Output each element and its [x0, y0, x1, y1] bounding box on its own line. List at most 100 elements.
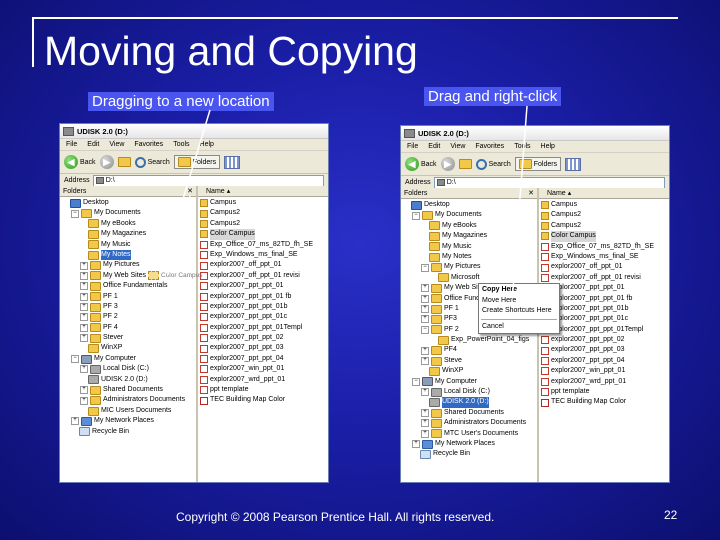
tree-item[interactable]: + Administrators Documents — [60, 395, 196, 406]
file-item[interactable]: explor2007_ppt_ppt_01Templ — [541, 325, 669, 335]
file-item[interactable]: explor2007_ppt_ppt_01 fb — [200, 292, 328, 302]
views-icon[interactable] — [224, 155, 241, 169]
expand-icon[interactable]: + — [421, 388, 429, 397]
file-item[interactable]: Campus2 — [200, 208, 328, 218]
expand-icon[interactable]: + — [71, 417, 79, 426]
file-item[interactable]: explor2007_ppt_ppt_04 — [541, 356, 669, 366]
collapse-icon[interactable]: − — [421, 325, 429, 334]
menu-help[interactable]: Help — [200, 141, 214, 148]
file-item[interactable]: explor2007_ppt_ppt_01c — [541, 314, 669, 324]
tree-item[interactable]: UDISK 2.0 (D:) — [60, 375, 196, 385]
tree-item[interactable]: + Local Disk (C:) — [401, 387, 537, 397]
file-item[interactable]: explor2007_ppt_ppt_01 fb — [541, 294, 669, 304]
menu-file[interactable]: File — [407, 143, 418, 150]
file-item[interactable]: Color Campus — [200, 229, 328, 240]
file-item[interactable]: explor2007_wrd_ppt_01 — [200, 375, 328, 385]
tree-item[interactable]: Recycle Bin — [401, 449, 537, 460]
expand-icon[interactable]: + — [80, 396, 88, 405]
menu-tools[interactable]: Tools — [173, 141, 189, 148]
back-button[interactable]: ◀ Back — [405, 157, 437, 171]
close-icon[interactable]: ✕ — [528, 189, 534, 197]
tree-item[interactable]: + PF 4 — [60, 323, 196, 333]
file-item[interactable]: ppt template — [541, 387, 669, 397]
file-item[interactable]: Campus — [541, 200, 669, 210]
menu-edit[interactable]: Edit — [87, 141, 99, 148]
expand-icon[interactable]: + — [80, 292, 88, 301]
ctx-create-shortcuts[interactable]: Create Shortcuts Here — [479, 306, 559, 317]
tree-item[interactable]: + Shared Documents — [60, 385, 196, 395]
folders-button[interactable]: Folders — [173, 155, 221, 169]
window-titlebar[interactable]: UDISK 2.0 (D:) — [60, 124, 328, 139]
tree-item[interactable]: − My Computer — [401, 377, 537, 387]
expand-icon[interactable]: + — [421, 357, 429, 366]
tree-item[interactable]: + PF 3 — [60, 302, 196, 312]
file-item[interactable]: explor2007_ppt_ppt_01Templ — [200, 323, 328, 333]
file-item[interactable]: Campus2 — [200, 219, 328, 229]
expand-icon[interactable]: + — [80, 334, 88, 343]
expand-icon[interactable]: + — [421, 429, 429, 438]
folders-button[interactable]: Folders — [514, 157, 562, 171]
file-item[interactable]: Campus2 — [541, 210, 669, 220]
expand-icon[interactable]: + — [80, 303, 88, 312]
file-item[interactable]: explor2007_ppt_ppt_01 — [200, 281, 328, 291]
file-item[interactable]: explor2007_ppt_ppt_04 — [200, 354, 328, 364]
tree-item[interactable]: My Music — [60, 240, 196, 250]
tree-item[interactable]: + PF 1 — [60, 292, 196, 302]
tree-item[interactable]: My eBooks — [60, 219, 196, 229]
expand-icon[interactable]: + — [421, 315, 429, 324]
tree-item[interactable]: My eBooks — [401, 221, 537, 231]
file-item[interactable]: explor2007_win_ppt_01 — [200, 364, 328, 374]
expand-icon[interactable]: + — [80, 323, 88, 332]
file-item[interactable]: TEC Building Map Color — [541, 397, 669, 407]
expand-icon[interactable]: + — [412, 440, 420, 449]
forward-arrow-icon[interactable]: ▶ — [99, 155, 114, 169]
file-item[interactable]: explor2007_ppt_ppt_03 — [541, 345, 669, 355]
menu-file[interactable]: File — [66, 141, 77, 148]
expand-icon[interactable]: + — [80, 271, 88, 280]
file-item[interactable]: explor2007_off_ppt_01 revisi — [541, 273, 669, 283]
tree-item[interactable]: Desktop — [401, 200, 537, 210]
expand-icon[interactable]: + — [421, 305, 429, 314]
collapse-icon[interactable]: − — [71, 209, 79, 218]
collapse-icon[interactable]: − — [421, 263, 429, 272]
file-item[interactable]: explor2007_ppt_ppt_02 — [200, 333, 328, 343]
tree-item[interactable]: + Administrators Documents — [401, 418, 537, 428]
file-item[interactable]: explor2007_ppt_ppt_02 — [541, 335, 669, 345]
menu-help[interactable]: Help — [541, 143, 555, 150]
tree-item[interactable]: My Music — [401, 242, 537, 252]
expand-icon[interactable]: + — [80, 313, 88, 322]
tree-item[interactable]: Recycle Bin — [60, 427, 196, 437]
window-titlebar[interactable]: UDISK 2.0 (D:) — [401, 126, 669, 141]
menu-edit[interactable]: Edit — [428, 143, 440, 150]
file-item[interactable]: Exp_Office_07_ms_82TD_fh_SE — [200, 240, 328, 250]
tree-item[interactable]: + PF 2 — [60, 312, 196, 322]
tree-item[interactable]: Exp_PowerPoint_04_figs — [401, 335, 537, 345]
file-item[interactable]: explor2007_ppt_ppt_01b — [541, 304, 669, 314]
file-item[interactable]: Exp_Windows_ms_final_SE — [541, 252, 669, 262]
collapse-icon[interactable]: − — [412, 377, 420, 386]
tree-item[interactable]: + My Network Places — [60, 416, 196, 426]
expand-icon[interactable]: + — [421, 294, 429, 303]
tree-item[interactable]: − My Documents — [401, 210, 537, 221]
search-button[interactable]: Search — [475, 158, 511, 170]
list-header[interactable]: Name ▴ — [198, 186, 328, 197]
close-icon[interactable]: ✕ — [187, 187, 193, 195]
address-input[interactable]: D:\ — [433, 176, 665, 189]
expand-icon[interactable]: + — [80, 282, 88, 291]
file-item[interactable]: TEC Building Map Color — [200, 395, 328, 405]
tree-item[interactable]: + Stever — [60, 333, 196, 343]
file-item[interactable]: explor2007_ppt_ppt_03 — [200, 343, 328, 353]
list-header[interactable]: Name ▴ — [539, 188, 669, 199]
expand-icon[interactable]: + — [80, 365, 88, 374]
file-item[interactable]: Campus2 — [541, 221, 669, 231]
tree-item[interactable]: + Steve — [401, 356, 537, 366]
menu-favorites[interactable]: Favorites — [134, 141, 163, 148]
tree-item[interactable]: My Magazines — [401, 231, 537, 241]
tree-item[interactable]: My Notes — [60, 249, 196, 261]
tree-item[interactable]: − My Documents — [60, 208, 196, 219]
tree-item[interactable]: Desktop — [60, 198, 196, 208]
tree-item[interactable]: − My Pictures — [401, 262, 537, 273]
file-item[interactable]: explor2007_ppt_ppt_01b — [200, 302, 328, 312]
file-item[interactable]: explor2007_off_ppt_01 revisi — [200, 271, 328, 281]
tree-item[interactable]: Microsoft — [401, 273, 537, 283]
